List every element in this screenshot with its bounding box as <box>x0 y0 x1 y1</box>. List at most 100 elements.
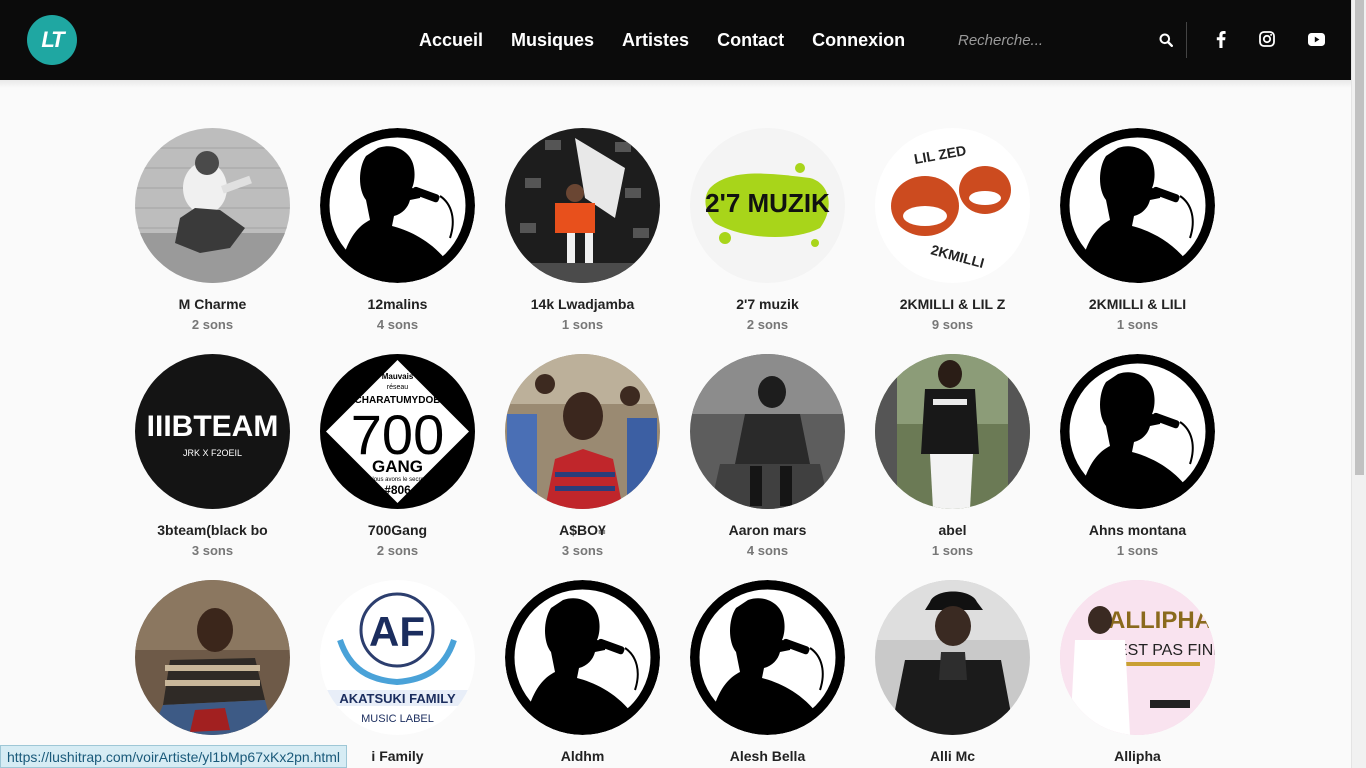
artist-avatar: LIL ZED 2KMILLI <box>875 128 1030 283</box>
artist-card[interactable]: Aaron mars 4 sons <box>675 354 860 559</box>
search-input[interactable] <box>945 20 1159 60</box>
artist-card[interactable]: Alli Mc <box>860 580 1045 768</box>
svg-text:Mauvais: Mauvais <box>382 372 414 381</box>
svg-text:réseau: réseau <box>387 384 409 391</box>
artist-name: i Family <box>371 748 424 764</box>
site-logo[interactable]: LT <box>27 15 77 65</box>
artist-avatar <box>1060 128 1215 283</box>
artist-avatar <box>875 580 1030 735</box>
artist-card[interactable]: abel 1 sons <box>860 354 1045 559</box>
track-count: 9 sons <box>931 317 974 332</box>
track-count: 1 sons <box>931 543 974 558</box>
svg-text:MUSIC LABEL: MUSIC LABEL <box>361 713 434 725</box>
header-shadow <box>0 80 1351 88</box>
artist-avatar: Mauvais réseau CHARATUMYDOB 700 GANG Nou… <box>320 354 475 509</box>
svg-text:AKATSUKI FAMILY: AKATSUKI FAMILY <box>339 691 456 706</box>
artist-name: abel <box>938 522 967 538</box>
nav-link-accueil[interactable]: Accueil <box>405 30 497 51</box>
artist-avatar <box>135 128 290 283</box>
artist-card[interactable]: Alesh Bella <box>675 580 860 768</box>
artist-card[interactable]: A$BO¥ 3 sons <box>490 354 675 559</box>
artist-name: 2KMILLI & LIL Z <box>899 296 1006 312</box>
artist-name: 12malins <box>367 296 428 312</box>
navbar: LT Accueil Musiques Artistes Contact Con… <box>0 0 1351 80</box>
facebook-link[interactable] <box>1209 27 1233 51</box>
artist-name: Ahns montana <box>1088 522 1187 538</box>
nav-link-contact[interactable]: Contact <box>703 30 798 51</box>
status-bar-url: https://lushitrap.com/voirArtiste/yl1bMp… <box>0 745 348 768</box>
artist-name: Alli Mc <box>929 748 976 764</box>
nav-link-artistes[interactable]: Artistes <box>608 30 703 51</box>
artist-card[interactable]: M Charme 2 sons <box>120 128 305 333</box>
artist-avatar <box>1060 354 1215 509</box>
artist-name: 3bteam(black bo <box>157 522 268 538</box>
artist-avatar: IIIBTEAM JRK X F2OEIL <box>135 354 290 509</box>
artist-name: 2KMILLI & LILI <box>1088 296 1187 312</box>
artist-card[interactable] <box>120 580 305 768</box>
artist-avatar: 2'7 MUZIK <box>690 128 845 283</box>
track-count: 1 sons <box>561 317 604 332</box>
scrollbar-thumb[interactable] <box>1355 0 1364 475</box>
artist-card[interactable]: 12malins 4 sons <box>305 128 490 333</box>
artist-card[interactable]: 2'7 MUZIK 2'7 muzik 2 sons <box>675 128 860 333</box>
artist-avatar <box>690 354 845 509</box>
track-count: 4 sons <box>376 317 419 332</box>
svg-text:2'7 MUZIK: 2'7 MUZIK <box>705 188 830 218</box>
artist-avatar <box>505 580 660 735</box>
main-nav: Accueil Musiques Artistes Contact Connex… <box>405 0 919 80</box>
track-count: 2 sons <box>746 317 789 332</box>
svg-text:JRK X F2OEIL: JRK X F2OEIL <box>183 448 242 458</box>
artist-card[interactable]: Mauvais réseau CHARATUMYDOB 700 GANG Nou… <box>305 354 490 559</box>
artist-avatar <box>505 354 660 509</box>
track-count: 2 sons <box>376 543 419 558</box>
svg-text:AF: AF <box>369 608 425 655</box>
logo-text: LT <box>41 27 64 52</box>
track-count: 3 sons <box>191 543 234 558</box>
artist-card[interactable]: ALLIPHA C'EST PAS FINI Allipha <box>1045 580 1230 768</box>
svg-text:ALLIPHA: ALLIPHA <box>1108 607 1212 634</box>
artist-name: Aldhm <box>560 748 605 764</box>
artist-avatar <box>320 128 475 283</box>
track-count: 1 sons <box>1116 317 1159 332</box>
artist-avatar: ALLIPHA C'EST PAS FINI <box>1060 580 1215 735</box>
search-box <box>945 20 1173 60</box>
artist-name: Alesh Bella <box>729 748 806 764</box>
artist-card[interactable]: 2KMILLI & LILI 1 sons <box>1045 128 1230 333</box>
artist-name: Aaron mars <box>728 522 807 538</box>
search-button[interactable] <box>1159 20 1173 60</box>
artist-avatar <box>690 580 845 735</box>
track-count: 1 sons <box>1116 543 1159 558</box>
nav-link-musiques[interactable]: Musiques <box>497 30 608 51</box>
artist-name: 700Gang <box>367 522 428 538</box>
artist-name: A$BO¥ <box>559 522 606 538</box>
artist-card[interactable]: Ahns montana 1 sons <box>1045 354 1230 559</box>
artist-grid: M Charme 2 sons 12malins 4 sons 14k Lwad… <box>120 128 1230 768</box>
artist-avatar <box>135 580 290 735</box>
artist-card[interactable]: LIL ZED 2KMILLI 2KMILLI & LIL Z 9 sons <box>860 128 1045 333</box>
artist-card[interactable]: IIIBTEAM JRK X F2OEIL 3bteam(black bo 3 … <box>120 354 305 559</box>
nav-divider <box>1186 22 1187 58</box>
artist-name: M Charme <box>178 296 247 312</box>
svg-text:GANG: GANG <box>372 457 423 476</box>
artist-name: 2'7 muzik <box>736 296 799 312</box>
facebook-icon <box>1216 30 1226 48</box>
artist-avatar <box>505 128 660 283</box>
track-count: 4 sons <box>746 543 789 558</box>
artist-card[interactable]: 14k Lwadjamba 1 sons <box>490 128 675 333</box>
nav-link-connexion[interactable]: Connexion <box>798 30 919 51</box>
artist-avatar <box>875 354 1030 509</box>
svg-text:#806: #806 <box>384 483 411 497</box>
search-icon <box>1159 33 1173 47</box>
youtube-icon <box>1307 32 1325 46</box>
youtube-link[interactable] <box>1304 27 1328 51</box>
track-count: 3 sons <box>561 543 604 558</box>
artist-card[interactable]: Aldhm <box>490 580 675 768</box>
artist-name: 14k Lwadjamba <box>530 296 635 312</box>
vertical-scrollbar[interactable] <box>1351 0 1366 768</box>
artist-name: Allipha <box>1114 748 1161 764</box>
track-count: 2 sons <box>191 317 234 332</box>
artist-card[interactable]: AF AKATSUKI FAMILY MUSIC LABEL i Family <box>305 580 490 768</box>
artist-avatar: AF AKATSUKI FAMILY MUSIC LABEL <box>320 580 475 735</box>
instagram-link[interactable] <box>1255 27 1279 51</box>
svg-text:IIIBTEAM: IIIBTEAM <box>147 410 279 443</box>
